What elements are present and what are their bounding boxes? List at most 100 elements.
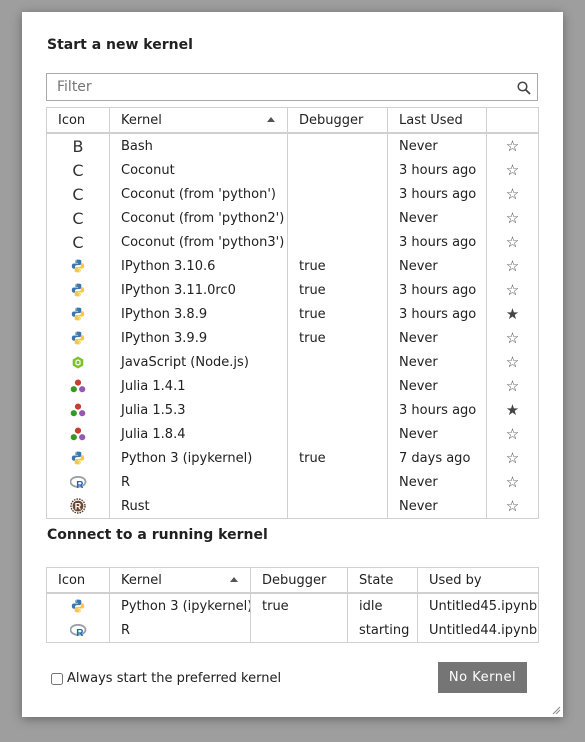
- last-used-value: Never: [388, 422, 487, 446]
- star-outline-icon[interactable]: ☆: [506, 330, 519, 346]
- star-outline-icon[interactable]: ☆: [506, 138, 519, 154]
- debugger-value: true: [288, 278, 388, 302]
- header-icon[interactable]: Icon: [47, 568, 110, 592]
- favorite-toggle[interactable]: ☆: [487, 134, 538, 158]
- kernel-name: R: [110, 618, 251, 642]
- kernel-letter-glyph: C: [72, 232, 84, 252]
- header-kernel[interactable]: Kernel: [110, 568, 251, 592]
- always-start-option[interactable]: Always start the preferred kernel: [51, 671, 281, 686]
- star-outline-icon[interactable]: ☆: [506, 234, 519, 250]
- kernel-row[interactable]: Julia 1.8.4 Never ☆: [47, 422, 538, 446]
- debugger-value: true: [288, 326, 388, 350]
- always-start-label: Always start the preferred kernel: [67, 671, 282, 686]
- favorite-toggle[interactable]: ★: [487, 398, 538, 422]
- debugger-value: true: [288, 254, 388, 278]
- search-icon[interactable]: [517, 81, 531, 95]
- star-outline-icon[interactable]: ☆: [506, 354, 519, 370]
- kernel-row[interactable]: R Rust Never ☆: [47, 494, 538, 518]
- favorite-toggle[interactable]: ☆: [487, 422, 538, 446]
- kernel-row[interactable]: Julia 1.4.1 Never ☆: [47, 374, 538, 398]
- kernel-name: Python 3 (ipykernel): [110, 446, 288, 470]
- kernel-row[interactable]: C Coconut (from 'python2') Never ☆: [47, 206, 538, 230]
- bash-letter-icon: B: [47, 134, 110, 158]
- svg-text:R: R: [76, 479, 84, 488]
- kernel-row[interactable]: IPython 3.8.9 true 3 hours ago ★: [47, 302, 538, 326]
- filter-input[interactable]: [47, 74, 507, 100]
- star-outline-icon[interactable]: ☆: [506, 210, 519, 226]
- star-outline-icon[interactable]: ☆: [506, 450, 519, 466]
- debugger-value: [288, 494, 388, 518]
- kernel-row[interactable]: C Coconut 3 hours ago ☆: [47, 158, 538, 182]
- star-outline-icon[interactable]: ☆: [506, 282, 519, 298]
- debugger-value: [251, 618, 348, 642]
- kernel-row[interactable]: C Coconut (from 'python') 3 hours ago ☆: [47, 182, 538, 206]
- star-outline-icon[interactable]: ☆: [506, 498, 519, 514]
- favorite-toggle[interactable]: ☆: [487, 278, 538, 302]
- kernel-name: Coconut (from 'python2'): [110, 206, 288, 230]
- new-kernel-title: Start a new kernel: [47, 37, 193, 53]
- favorite-toggle[interactable]: ☆: [487, 326, 538, 350]
- kernel-row[interactable]: Python 3 (ipykernel) true 7 days ago ☆: [47, 446, 538, 470]
- star-outline-icon[interactable]: ☆: [506, 474, 519, 490]
- favorite-toggle[interactable]: ☆: [487, 446, 538, 470]
- star-outline-icon[interactable]: ☆: [506, 186, 519, 202]
- star-outline-icon[interactable]: ☆: [506, 378, 519, 394]
- debugger-value: [288, 182, 388, 206]
- resize-handle-icon[interactable]: [551, 705, 561, 715]
- star-outline-icon[interactable]: ☆: [506, 162, 519, 178]
- favorite-toggle[interactable]: ☆: [487, 350, 538, 374]
- running-kernel-row[interactable]: Python 3 (ipykernel) true idle Untitled45.i…: [47, 594, 538, 618]
- kernel-dialog: Start a new kernel Icon Kernel Debugger …: [22, 12, 563, 717]
- favorite-toggle[interactable]: ☆: [487, 158, 538, 182]
- kernel-row[interactable]: JavaScript (Node.js) Never ☆: [47, 350, 538, 374]
- header-icon[interactable]: Icon: [47, 108, 110, 132]
- julia-logo-icon: [47, 374, 110, 398]
- header-state[interactable]: State: [348, 568, 418, 592]
- last-used-value: 3 hours ago: [388, 182, 487, 206]
- debugger-value: [288, 158, 388, 182]
- last-used-value: Never: [388, 134, 487, 158]
- nodejs-logo-icon: [47, 350, 110, 374]
- kernel-row[interactable]: IPython 3.10.6 true Never ☆: [47, 254, 538, 278]
- kernel-row[interactable]: C Coconut (from 'python3') 3 hours ago ☆: [47, 230, 538, 254]
- sort-ascending-icon: [230, 577, 238, 582]
- kernel-row[interactable]: B Bash Never ☆: [47, 134, 538, 158]
- debugger-value: [288, 470, 388, 494]
- favorite-toggle[interactable]: ☆: [487, 494, 538, 518]
- header-debugger[interactable]: Debugger: [288, 108, 388, 132]
- star-filled-icon[interactable]: ★: [506, 306, 519, 322]
- favorite-toggle[interactable]: ☆: [487, 254, 538, 278]
- debugger-value: [288, 230, 388, 254]
- star-filled-icon[interactable]: ★: [506, 402, 519, 418]
- header-debugger[interactable]: Debugger: [251, 568, 348, 592]
- kernel-row[interactable]: IPython 3.11.0rc0 true 3 hours ago ☆: [47, 278, 538, 302]
- rust-logo-icon: R: [47, 494, 110, 518]
- coconut-letter-icon: C: [47, 230, 110, 254]
- favorite-toggle[interactable]: ☆: [487, 206, 538, 230]
- always-start-checkbox[interactable]: [51, 672, 63, 685]
- kernel-row[interactable]: Julia 1.5.3 3 hours ago ★: [47, 398, 538, 422]
- kernel-name: JavaScript (Node.js): [110, 350, 288, 374]
- favorite-toggle[interactable]: ☆: [487, 230, 538, 254]
- star-outline-icon[interactable]: ☆: [506, 426, 519, 442]
- header-favorite[interactable]: [487, 108, 538, 132]
- header-used-by[interactable]: Used by: [418, 568, 538, 592]
- star-outline-icon[interactable]: ☆: [506, 258, 519, 274]
- coconut-letter-icon: C: [47, 158, 110, 182]
- table-header: Icon Kernel Debugger Last Used: [47, 108, 538, 134]
- last-used-value: Never: [388, 326, 487, 350]
- header-last-used[interactable]: Last Used: [388, 108, 487, 132]
- r-logo-icon: R: [47, 470, 110, 494]
- favorite-toggle[interactable]: ☆: [487, 374, 538, 398]
- last-used-value: Never: [388, 254, 487, 278]
- kernel-row[interactable]: R R Never ☆: [47, 470, 538, 494]
- running-kernel-row[interactable]: R Rstarting Untitled44.ipynb: [47, 618, 538, 642]
- favorite-toggle[interactable]: ★: [487, 302, 538, 326]
- favorite-toggle[interactable]: ☆: [487, 470, 538, 494]
- no-kernel-button[interactable]: No Kernel: [438, 662, 527, 693]
- favorite-toggle[interactable]: ☆: [487, 182, 538, 206]
- kernel-row[interactable]: IPython 3.9.9 true Never ☆: [47, 326, 538, 350]
- debugger-value: [288, 398, 388, 422]
- header-kernel[interactable]: Kernel: [110, 108, 288, 132]
- filter-field[interactable]: [46, 73, 538, 101]
